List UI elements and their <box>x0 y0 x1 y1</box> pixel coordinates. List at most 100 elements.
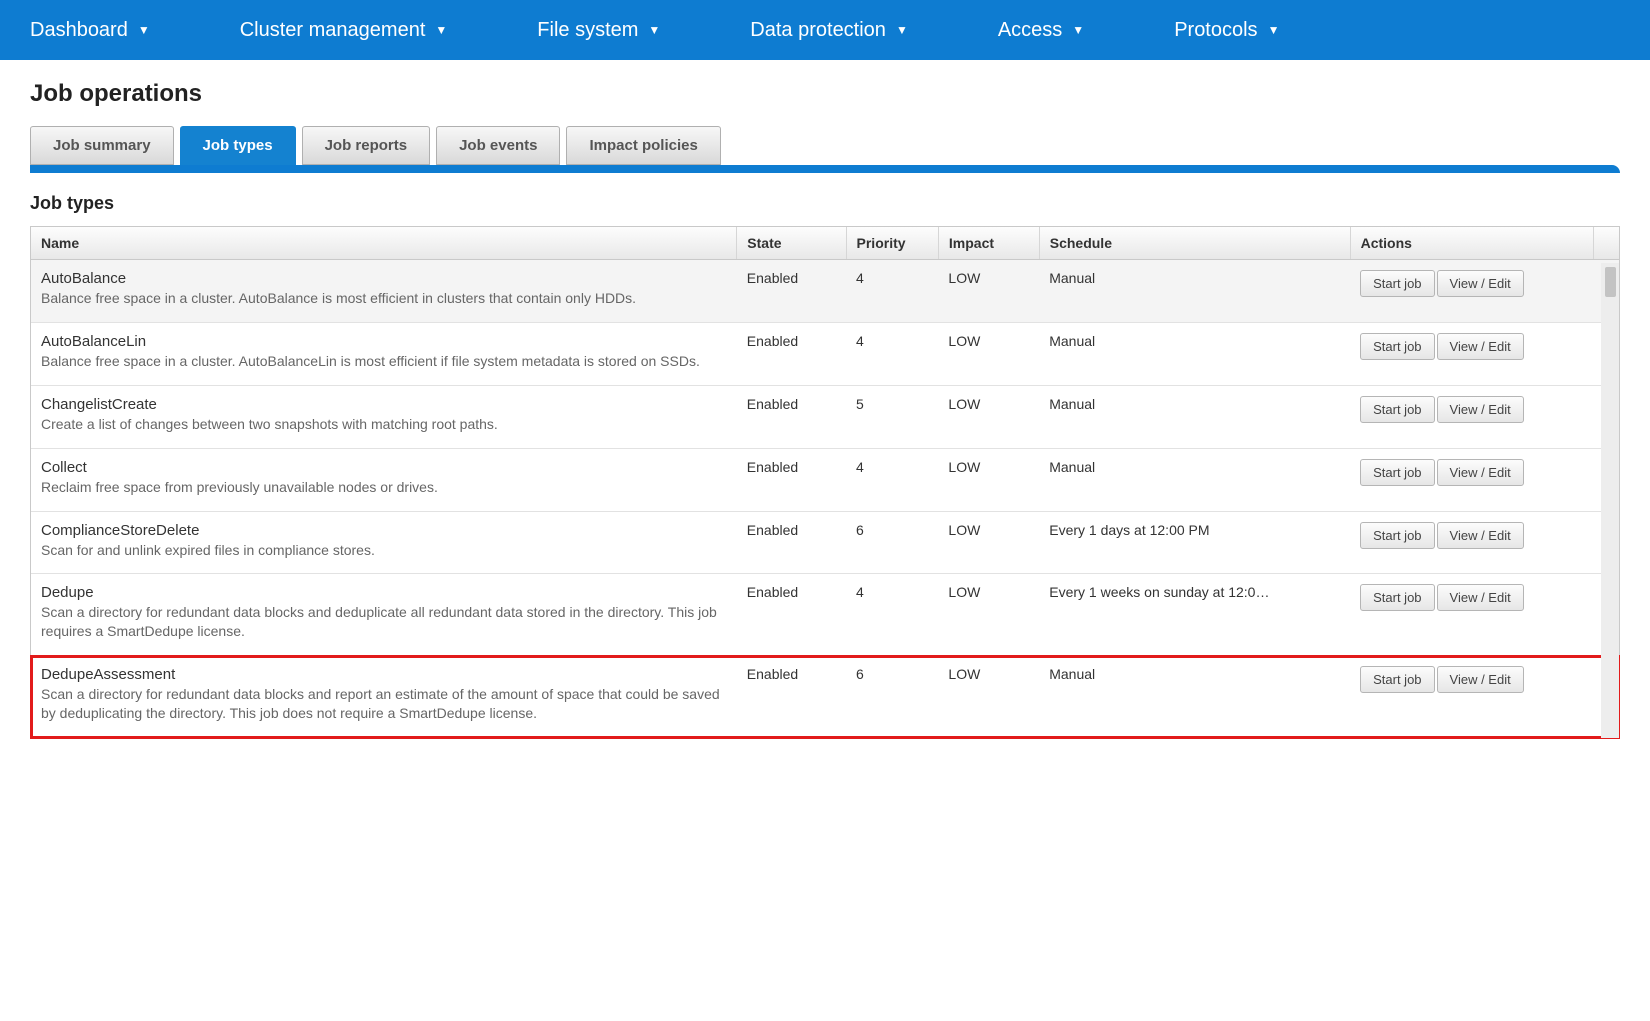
tab-impact-policies[interactable]: Impact policies <box>566 126 720 165</box>
nav-item-dashboard[interactable]: Dashboard ▼ <box>20 19 180 42</box>
cell-state: Enabled <box>737 448 846 511</box>
scroll-thumb[interactable] <box>1605 267 1616 297</box>
view-edit-button[interactable]: View / Edit <box>1437 396 1524 423</box>
cell-name: Dedupe Scan a directory for redundant dat… <box>31 574 737 656</box>
table-row: DedupeAssessment Scan a directory for red… <box>31 656 1619 738</box>
view-edit-button[interactable]: View / Edit <box>1437 666 1524 693</box>
job-description: Scan for and unlink expired files in com… <box>41 541 727 560</box>
chevron-down-icon: ▼ <box>138 23 150 37</box>
nav-label: Dashboard <box>30 19 128 42</box>
start-job-button[interactable]: Start job <box>1360 522 1434 549</box>
tab-job-types[interactable]: Job types <box>180 126 296 165</box>
top-nav: Dashboard ▼ Cluster management ▼ File system… <box>0 0 1650 60</box>
cell-actions: Start jobView / Edit <box>1350 511 1594 574</box>
start-job-button[interactable]: Start job <box>1360 584 1434 611</box>
cell-impact: LOW <box>938 574 1039 656</box>
cell-name: DedupeAssessment Scan a directory for red… <box>31 656 737 738</box>
cell-actions: Start jobView / Edit <box>1350 260 1594 323</box>
view-edit-button[interactable]: View / Edit <box>1437 270 1524 297</box>
view-edit-button[interactable]: View / Edit <box>1437 333 1524 360</box>
job-name: AutoBalanceLin <box>41 333 727 350</box>
page-content: Job operations Job summaryJob typesJob r… <box>0 60 1650 759</box>
table-row: CollectReclaim free space from previousl… <box>31 448 1619 511</box>
chevron-down-icon: ▼ <box>1072 23 1084 37</box>
cell-priority: 6 <box>846 656 938 738</box>
col-scrollgap <box>1594 227 1619 260</box>
tab-underline <box>30 165 1620 173</box>
job-name: Dedupe <box>41 584 727 601</box>
cell-impact: LOW <box>938 511 1039 574</box>
cell-actions: Start jobView / Edit <box>1350 322 1594 385</box>
job-types-table: Name State Priority Impact Schedule Acti… <box>31 227 1619 738</box>
nav-label: File system <box>537 19 638 42</box>
cell-name: AutoBalanceBalance free space in a clust… <box>31 260 737 323</box>
nav-item-data-protection[interactable]: Data protection ▼ <box>740 19 938 42</box>
cell-priority: 4 <box>846 260 938 323</box>
table-header-row: Name State Priority Impact Schedule Acti… <box>31 227 1619 260</box>
cell-state: Enabled <box>737 511 846 574</box>
view-edit-button[interactable]: View / Edit <box>1437 584 1524 611</box>
nav-item-cluster-management[interactable]: Cluster management ▼ <box>230 19 478 42</box>
job-description: Reclaim free space from previously unava… <box>41 478 727 497</box>
job-name: AutoBalance <box>41 270 727 287</box>
tab-job-summary[interactable]: Job summary <box>30 126 174 165</box>
cell-schedule: Manual <box>1039 656 1350 738</box>
nav-item-file-system[interactable]: File system▼ <box>527 19 690 42</box>
start-job-button[interactable]: Start job <box>1360 396 1434 423</box>
cell-name: AutoBalanceLin Balance free space in a cl… <box>31 322 737 385</box>
nav-item-protocols[interactable]: Protocols ▼ <box>1164 19 1309 42</box>
cell-priority: 5 <box>846 385 938 448</box>
cell-state: Enabled <box>737 260 846 323</box>
section-title: Job types <box>30 193 1620 214</box>
chevron-down-icon: ▼ <box>1268 23 1280 37</box>
job-name: ChangelistCreate <box>41 396 727 413</box>
table-row: ComplianceStoreDelete Scan for and unlink… <box>31 511 1619 574</box>
cell-schedule: Manual <box>1039 448 1350 511</box>
cell-state: Enabled <box>737 574 846 656</box>
job-name: ComplianceStoreDelete <box>41 522 727 539</box>
cell-name: ComplianceStoreDelete Scan for and unlink… <box>31 511 737 574</box>
start-job-button[interactable]: Start job <box>1360 333 1434 360</box>
job-description: Balance free space in a cluster. AutoBal… <box>41 352 727 371</box>
job-description: Scan a directory for redundant data bloc… <box>41 603 727 641</box>
cell-schedule: Every 1 weeks on sunday at 12:0… <box>1039 574 1350 656</box>
job-name: DedupeAssessment <box>41 666 727 683</box>
table-row: Dedupe Scan a directory for redundant dat… <box>31 574 1619 656</box>
nav-label: Cluster management <box>240 19 426 42</box>
cell-actions: Start jobView / Edit <box>1350 448 1594 511</box>
cell-name: CollectReclaim free space from previousl… <box>31 448 737 511</box>
cell-priority: 4 <box>846 322 938 385</box>
cell-schedule: Every 1 days at 12:00 PM <box>1039 511 1350 574</box>
nav-item-access[interactable]: Access ▼ <box>988 19 1114 42</box>
nav-label: Protocols <box>1174 19 1257 42</box>
cell-impact: LOW <box>938 322 1039 385</box>
start-job-button[interactable]: Start job <box>1360 270 1434 297</box>
col-schedule[interactable]: Schedule <box>1039 227 1350 260</box>
col-impact[interactable]: Impact <box>938 227 1039 260</box>
job-description: Scan a directory for redundant data bloc… <box>41 685 727 723</box>
col-priority[interactable]: Priority <box>846 227 938 260</box>
cell-state: Enabled <box>737 656 846 738</box>
cell-impact: LOW <box>938 448 1039 511</box>
col-state[interactable]: State <box>737 227 846 260</box>
tab-job-reports[interactable]: Job reports <box>302 126 431 165</box>
cell-actions: Start jobView / Edit <box>1350 574 1594 656</box>
job-description: Create a list of changes between two sna… <box>41 415 727 434</box>
view-edit-button[interactable]: View / Edit <box>1437 459 1524 486</box>
view-edit-button[interactable]: View / Edit <box>1437 522 1524 549</box>
nav-label: Data protection <box>750 19 886 42</box>
col-name[interactable]: Name <box>31 227 737 260</box>
cell-impact: LOW <box>938 385 1039 448</box>
cell-actions: Start jobView / Edit <box>1350 385 1594 448</box>
start-job-button[interactable]: Start job <box>1360 459 1434 486</box>
nav-label: Access <box>998 19 1062 42</box>
cell-schedule: Manual <box>1039 260 1350 323</box>
cell-priority: 4 <box>846 574 938 656</box>
start-job-button[interactable]: Start job <box>1360 666 1434 693</box>
vertical-scrollbar[interactable]: ▲ <box>1601 263 1619 738</box>
chevron-down-icon: ▼ <box>435 23 447 37</box>
cell-priority: 6 <box>846 511 938 574</box>
tab-job-events[interactable]: Job events <box>436 126 560 165</box>
cell-impact: LOW <box>938 656 1039 738</box>
chevron-down-icon: ▼ <box>896 23 908 37</box>
